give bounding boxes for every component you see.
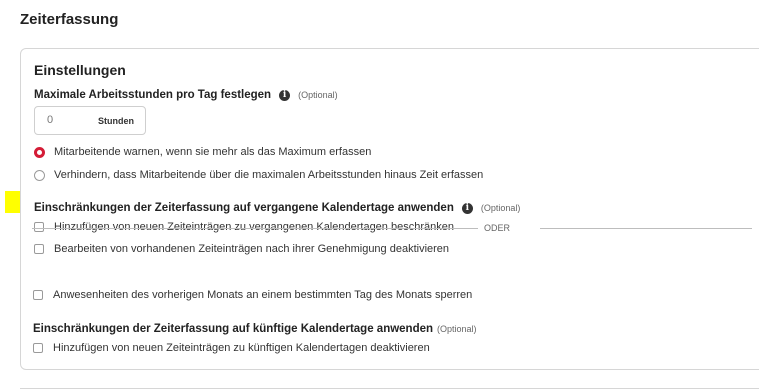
max-hours-label: Maximale Arbeitsstunden pro Tag festlege… [34,89,338,101]
optional-tag: (Optional) [480,203,521,213]
max-hours-label-text: Maximale Arbeitsstunden pro Tag festlege… [34,89,272,101]
max-hours-value[interactable]: 0 [47,114,53,126]
settings-card: Einstellungen Maximale Arbeitsstunden pr… [20,48,759,370]
checkbox[interactable] [34,244,44,254]
checkbox[interactable] [33,290,43,300]
card-title: Einstellungen [34,62,126,78]
future-restrictions-label-text: Einschränkungen der Zeiterfassung auf kü… [33,323,434,335]
checkbox-label-edit-approved: Bearbeiten von vorhandenen Zeiteinträgen… [54,243,450,255]
radio-option-warn[interactable]: Mitarbeitende warnen, wenn sie mehr als … [34,146,371,158]
radio-button[interactable] [34,169,45,181]
past-restrictions-label-text: Einschränkungen der Zeiterfassung auf ve… [34,202,454,214]
divider-line [540,228,752,229]
future-restrictions-label: Einschränkungen der Zeiterfassung auf kü… [33,323,477,335]
divider-line [32,228,478,229]
radio-label-prevent: Verhindern, dass Mitarbeitende über die … [54,169,484,181]
checkbox-label-future-add: Hinzufügen von neuen Zeiteinträgen zu kü… [53,342,430,354]
optional-tag: (Optional) [298,90,338,100]
page-title: Zeiterfassung [20,11,119,28]
checkbox-option-future-add[interactable]: Hinzufügen von neuen Zeiteinträgen zu kü… [33,342,430,354]
checkbox-option-month-lock[interactable]: Anwesenheiten des vorherigen Monats an e… [33,289,472,301]
optional-tag: (Optional) [437,324,477,334]
info-icon[interactable]: i [279,89,291,101]
radio-label-warn: Mitarbeitende warnen, wenn sie mehr als … [54,146,372,158]
radio-button-checked[interactable] [34,146,45,158]
checkbox[interactable] [33,343,43,353]
max-hours-unit: Stunden [98,116,134,126]
or-divider: ODER [32,223,752,235]
past-restrictions-label: Einschränkungen der Zeiterfassung auf ve… [34,202,520,214]
info-icon[interactable]: i [461,202,473,214]
section-divider [20,388,759,389]
max-hours-input[interactable]: 0 Stunden [34,106,146,135]
checkbox-option-edit-approved[interactable]: Bearbeiten von vorhandenen Zeiteinträgen… [34,243,449,255]
radio-option-prevent[interactable]: Verhindern, dass Mitarbeitende über die … [34,169,483,181]
or-label: ODER [484,223,511,233]
checkbox-label-month-lock: Anwesenheiten des vorherigen Monats an e… [53,289,473,301]
